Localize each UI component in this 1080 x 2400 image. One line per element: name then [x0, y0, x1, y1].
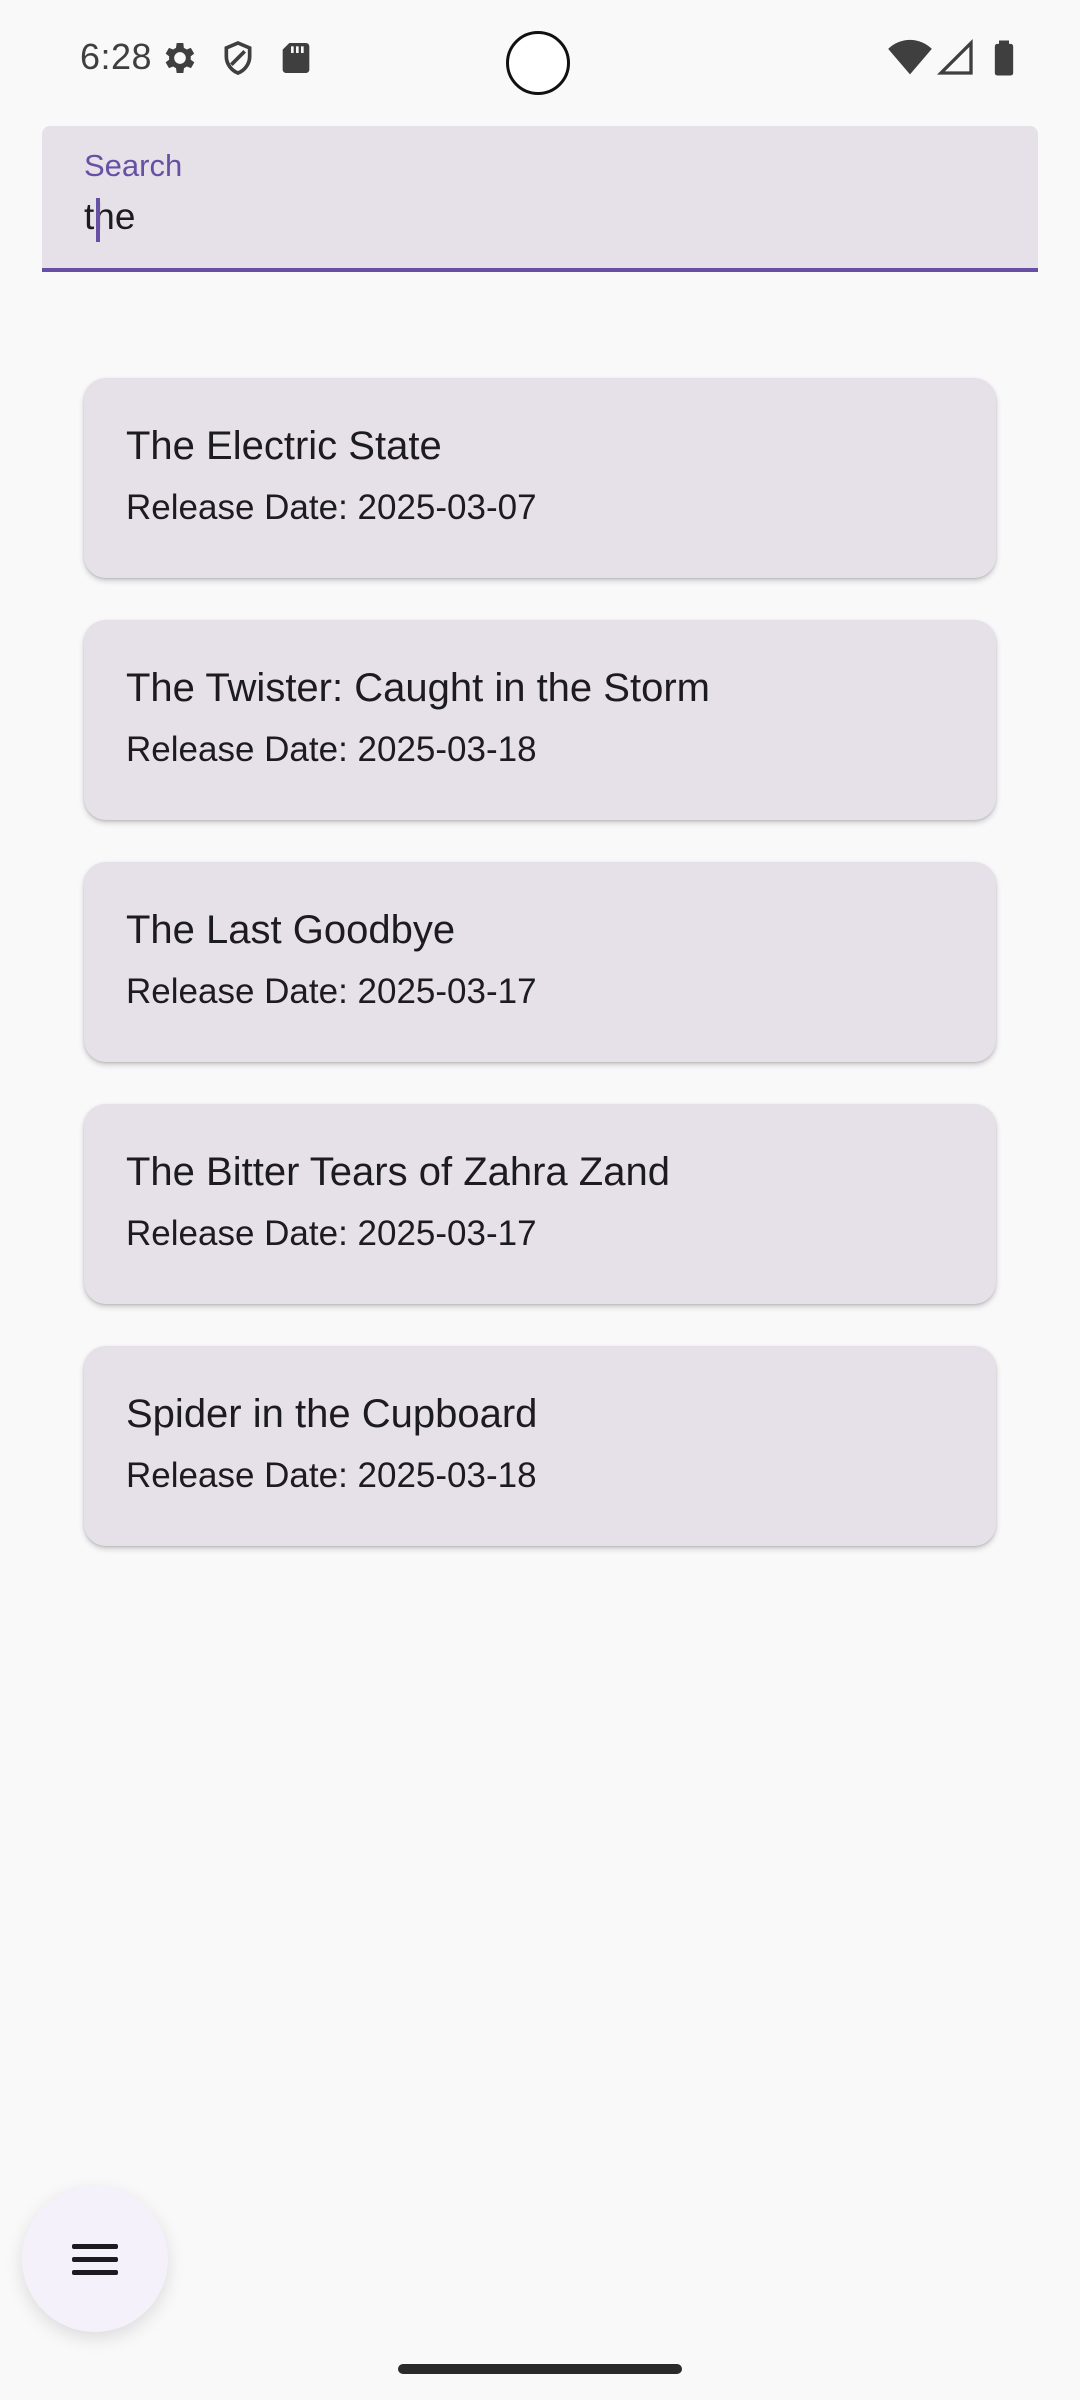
result-title: Spider in the Cupboard: [126, 1392, 538, 1436]
wifi-icon: [888, 38, 932, 78]
result-card[interactable]: The Twister: Caught in the Storm Release…: [84, 620, 996, 820]
result-title: The Electric State: [126, 424, 442, 468]
search-label: Search: [84, 148, 183, 183]
gesture-nav-handle[interactable]: [398, 2364, 682, 2374]
sd-card-icon: [276, 38, 316, 78]
result-card[interactable]: The Last Goodbye Release Date: 2025-03-1…: [84, 862, 996, 1062]
result-title: The Last Goodbye: [126, 908, 456, 952]
results-list: The Electric State Release Date: 2025-03…: [84, 378, 996, 1588]
result-title: The Twister: Caught in the Storm: [126, 666, 710, 710]
menu-button[interactable]: [22, 2186, 168, 2332]
gear-icon: [160, 38, 200, 78]
result-release-date: Release Date: 2025-03-17: [126, 1214, 537, 1253]
app-screen: 6:28 Search the The Electric State Relea…: [0, 0, 1080, 2400]
status-bar: 6:28: [0, 0, 1080, 120]
result-title: The Bitter Tears of Zahra Zand: [126, 1150, 670, 1194]
result-release-date: Release Date: 2025-03-17: [126, 972, 537, 1011]
result-release-date: Release Date: 2025-03-18: [126, 730, 537, 769]
status-time: 6:28: [80, 36, 153, 77]
text-cursor: [96, 198, 100, 242]
result-card[interactable]: The Electric State Release Date: 2025-03…: [84, 378, 996, 578]
result-release-date: Release Date: 2025-03-18: [126, 1456, 537, 1495]
result-card[interactable]: The Bitter Tears of Zahra Zand Release D…: [84, 1104, 996, 1304]
battery-icon: [984, 38, 1024, 78]
search-input[interactable]: Search the: [42, 126, 1038, 272]
cell-signal-icon: [936, 38, 976, 78]
camera-cutout: [506, 31, 570, 95]
result-card[interactable]: Spider in the Cupboard Release Date: 202…: [84, 1346, 996, 1546]
shield-icon: [218, 38, 258, 78]
search-value: the: [84, 196, 136, 237]
result-release-date: Release Date: 2025-03-07: [126, 488, 537, 527]
